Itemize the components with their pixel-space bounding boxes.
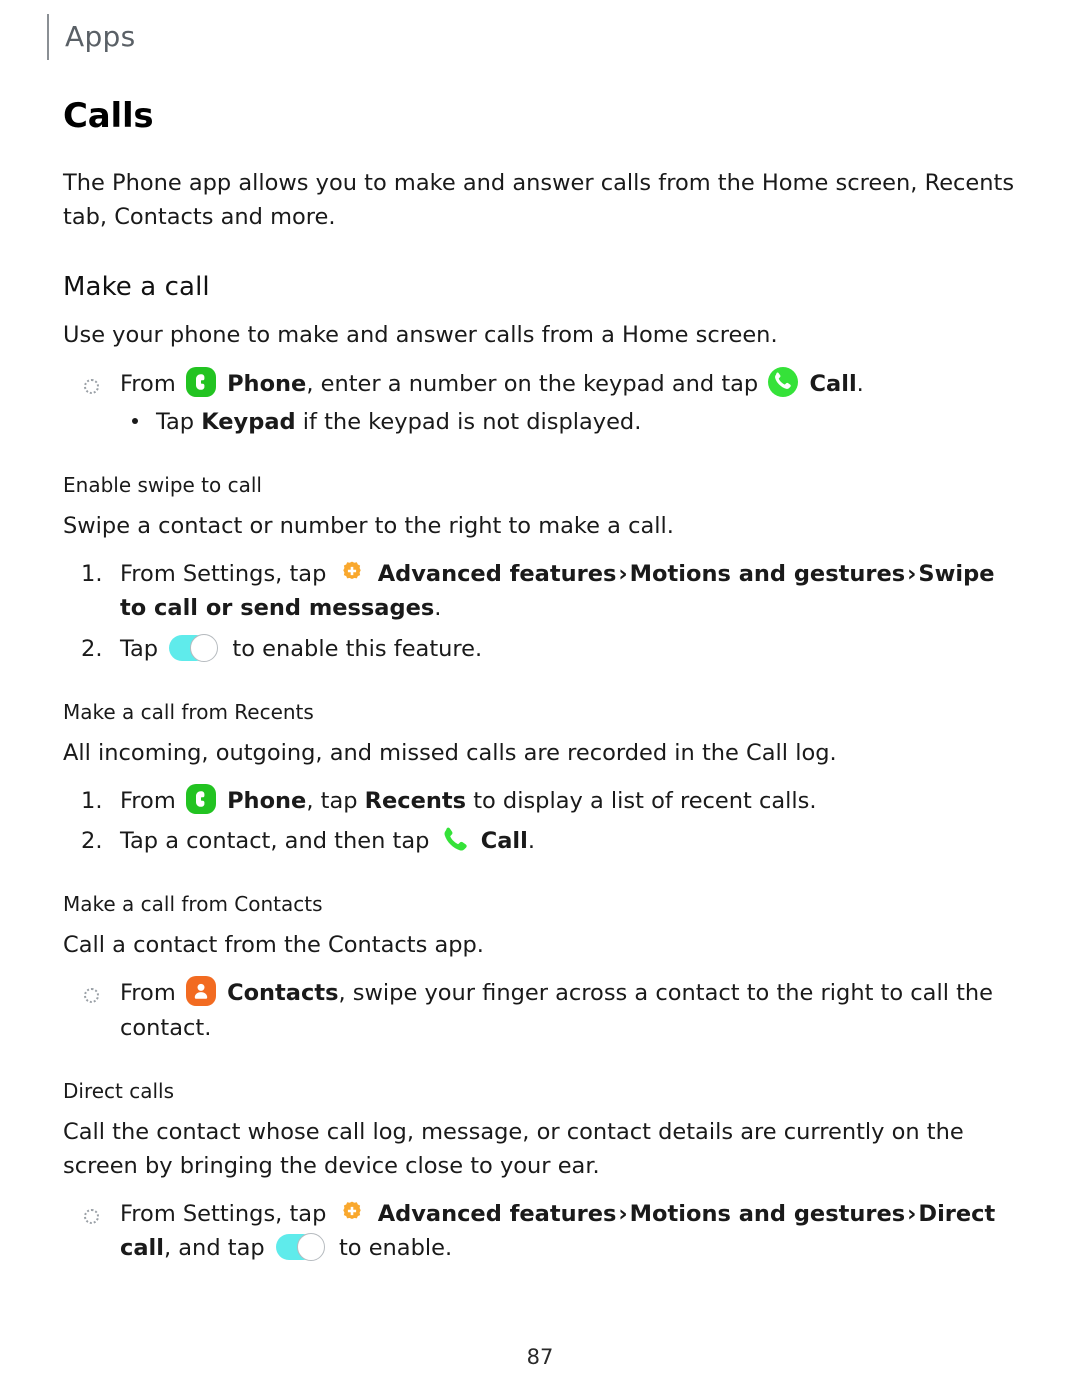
make-a-call-intro: Use your phone to make and answer calls … bbox=[63, 322, 778, 349]
advanced-features-gear-icon bbox=[337, 1197, 367, 1227]
chevron-icon: › bbox=[618, 1201, 628, 1228]
direct-calls-intro: Call the contact whose call log, message… bbox=[63, 1118, 964, 1179]
step-period: . bbox=[527, 828, 535, 855]
bullet-bold-phone: Phone bbox=[227, 370, 307, 397]
page-content: Calls The Phone app allows you to make a… bbox=[63, 96, 1023, 1272]
page-number-footer: 87 bbox=[526, 1345, 554, 1369]
step-text-pre: Tap a contact, and then tap bbox=[120, 828, 430, 855]
list-item: Tap Keypad if the keypad is not displaye… bbox=[120, 405, 1023, 439]
bullet-text-mid: , enter a number on the keypad and tap bbox=[306, 370, 759, 397]
chevron-icon: › bbox=[618, 561, 628, 588]
ring-bullet-icon bbox=[84, 1209, 99, 1225]
list-item: 1. From Phone, tap Recents to display a … bbox=[63, 783, 1023, 818]
call-handset-icon bbox=[440, 824, 470, 854]
sub-bullet-bold-keypad: Keypad bbox=[201, 408, 296, 435]
advanced-features-gear-icon bbox=[337, 557, 367, 587]
sub-bullet-pre: Tap bbox=[156, 408, 195, 435]
list-item: 2. Tap to enable this feature. bbox=[63, 632, 1023, 666]
bullet-bold-contacts: Contacts bbox=[227, 980, 339, 1007]
step-text-post: to display a list of recent calls. bbox=[473, 787, 817, 814]
bullet-path-motions-gestures: Motions and gestures bbox=[629, 1201, 906, 1228]
bullet-comma: , bbox=[163, 1235, 172, 1262]
dot-bullet-icon bbox=[132, 417, 138, 424]
step-text-pre: From Settings, tap bbox=[120, 561, 327, 588]
step-period: . bbox=[434, 595, 442, 622]
bullet-text-and-tap: and tap bbox=[178, 1235, 265, 1262]
phone-app-icon bbox=[185, 783, 216, 814]
step-path-advanced-features: Advanced features bbox=[377, 561, 617, 588]
bullet-period: . bbox=[856, 370, 864, 397]
make-a-call-bullet-list: From Phone, enter a number on the keypad… bbox=[63, 366, 1023, 439]
ring-bullet-icon bbox=[84, 378, 99, 394]
page-title: Calls bbox=[63, 96, 154, 136]
step-number: 2. bbox=[81, 635, 103, 662]
chevron-icon: › bbox=[907, 1201, 917, 1228]
call-from-recents-steps: 1. From Phone, tap Recents to display a … bbox=[63, 783, 1023, 858]
ring-bullet-icon bbox=[84, 988, 99, 1004]
step-text-post: to enable this feature. bbox=[232, 635, 483, 662]
call-from-recents-intro: All incoming, outgoing, and missed calls… bbox=[63, 739, 837, 766]
toggle-switch-on-icon bbox=[275, 1233, 326, 1262]
call-circle-icon bbox=[768, 366, 799, 397]
list-item: From Settings, tap Advanced features›Mot… bbox=[63, 1197, 1023, 1265]
step-text-pre: Tap bbox=[120, 635, 159, 662]
step-bold-recents: Recents bbox=[364, 787, 467, 814]
bullet-path-advanced-features: Advanced features bbox=[377, 1201, 617, 1228]
step-text-pre: From bbox=[120, 787, 176, 814]
toggle-switch-on-icon bbox=[169, 633, 219, 662]
call-from-contacts-intro: Call a contact from the Contacts app. bbox=[63, 932, 484, 959]
document-page: Apps Calls The Phone app allows you to m… bbox=[0, 0, 1080, 1397]
toggle-knob bbox=[296, 1233, 325, 1262]
step-number: 2. bbox=[81, 828, 103, 855]
enable-swipe-intro: Swipe a contact or number to the right t… bbox=[63, 512, 674, 539]
section-heading-direct-calls: Direct calls bbox=[63, 1078, 175, 1103]
contacts-app-icon bbox=[185, 976, 216, 1007]
bullet-bold-call: Call bbox=[809, 370, 857, 397]
list-item: From Phone, enter a number on the keypad… bbox=[63, 366, 1023, 439]
intro-paragraph: The Phone app allows you to make and ans… bbox=[63, 170, 1015, 231]
section-heading-make-a-call: Make a call bbox=[63, 272, 210, 303]
bullet-text-from: From bbox=[120, 370, 176, 397]
step-bold-phone: Phone bbox=[227, 787, 307, 814]
step-number: 1. bbox=[81, 787, 103, 814]
running-header: Apps bbox=[47, 14, 136, 60]
enable-swipe-steps: 1. From Settings, tap Advanced features›… bbox=[63, 557, 1023, 666]
header-divider-rule bbox=[47, 14, 49, 60]
section-heading-enable-swipe-to-call: Enable swipe to call bbox=[63, 472, 262, 497]
bullet-text-from: From bbox=[120, 980, 176, 1007]
list-item: 2. Tap a contact, and then tap Call. bbox=[63, 824, 1023, 858]
sub-bullet-post: if the keypad is not displayed. bbox=[302, 408, 642, 435]
chevron-icon: › bbox=[907, 561, 917, 588]
running-header-label: Apps bbox=[65, 20, 136, 53]
step-path-motions-gestures: Motions and gestures bbox=[629, 561, 906, 588]
toggle-knob bbox=[190, 633, 219, 662]
step-number: 1. bbox=[81, 561, 103, 588]
call-from-contacts-bullet-list: From Contacts, swipe your finger across … bbox=[63, 976, 1023, 1044]
bullet-text-to-enable: to enable. bbox=[338, 1235, 453, 1262]
phone-app-icon bbox=[185, 366, 216, 397]
direct-calls-bullet-list: From Settings, tap Advanced features›Mot… bbox=[63, 1197, 1023, 1265]
section-heading-call-from-contacts: Make a call from Contacts bbox=[63, 892, 323, 917]
list-item: From Contacts, swipe your finger across … bbox=[63, 976, 1023, 1044]
list-item: 1. From Settings, tap Advanced features›… bbox=[63, 557, 1023, 625]
make-a-call-sub-list: Tap Keypad if the keypad is not displaye… bbox=[120, 405, 1023, 439]
bullet-text-pre: From Settings, tap bbox=[120, 1201, 327, 1228]
step-bold-call: Call bbox=[480, 828, 528, 855]
step-text-mid: , tap bbox=[306, 787, 358, 814]
section-heading-call-from-recents: Make a call from Recents bbox=[63, 699, 314, 724]
